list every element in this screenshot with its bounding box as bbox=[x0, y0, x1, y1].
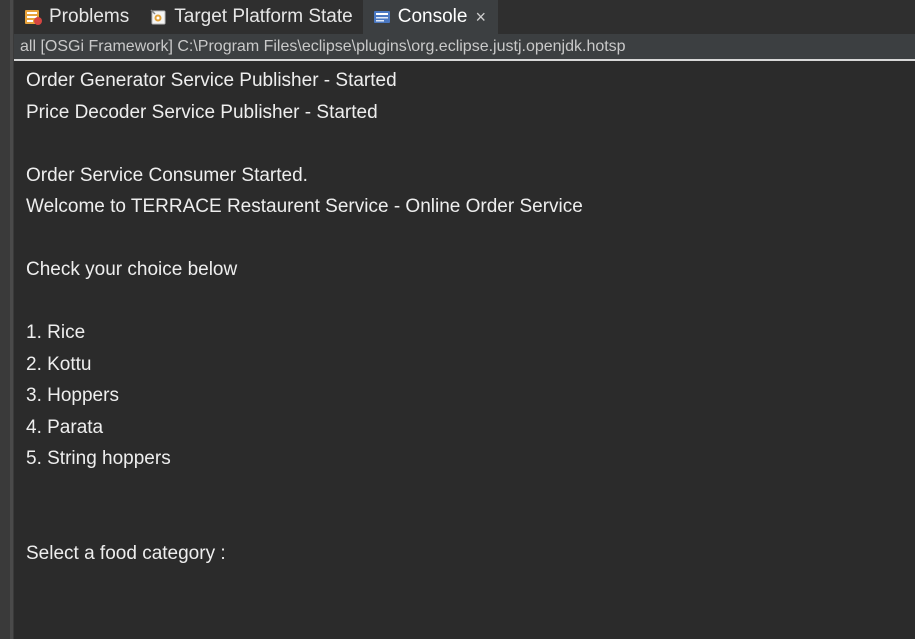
tab-console-label: Console bbox=[397, 6, 468, 27]
tab-problems[interactable]: Problems bbox=[14, 0, 139, 34]
console-line: 1. Rice bbox=[26, 322, 86, 343]
console-line: 3. Hoppers bbox=[26, 385, 119, 406]
console-line: 2. Kottu bbox=[26, 353, 92, 375]
eclipse-console-view: Problems Target Platform State Console ×… bbox=[0, 0, 915, 639]
console-output[interactable]: Order Generator Service Publisher - Star… bbox=[14, 61, 915, 639]
console-line: Check your choice below bbox=[26, 259, 238, 280]
console-line: Select a food category : bbox=[26, 542, 226, 564]
tab-console[interactable]: Console × bbox=[362, 0, 498, 34]
console-line: 5. String hoppers bbox=[26, 448, 171, 469]
problems-icon bbox=[24, 8, 42, 26]
tab-problems-label: Problems bbox=[49, 6, 130, 27]
console-line: 4. Parata bbox=[26, 416, 104, 438]
console-line: Price Decoder Service Publisher - Starte… bbox=[26, 101, 378, 123]
launch-path: all [OSGi Framework] C:\Program Files\ec… bbox=[14, 34, 915, 61]
target-platform-icon bbox=[149, 8, 167, 26]
console-icon bbox=[373, 8, 391, 26]
tab-bar-filler bbox=[497, 0, 915, 34]
left-gutter bbox=[0, 0, 14, 639]
tab-target-platform-state[interactable]: Target Platform State bbox=[139, 0, 362, 34]
console-line: Order Service Consumer Started. bbox=[26, 164, 308, 186]
view-tab-bar: Problems Target Platform State Console × bbox=[14, 0, 915, 34]
console-line: Order Generator Service Publisher - Star… bbox=[26, 70, 397, 91]
console-line: Welcome to TERRACE Restaurent Service - … bbox=[26, 196, 583, 217]
tab-target-platform-label: Target Platform State bbox=[174, 6, 353, 27]
close-icon[interactable]: × bbox=[475, 7, 486, 28]
